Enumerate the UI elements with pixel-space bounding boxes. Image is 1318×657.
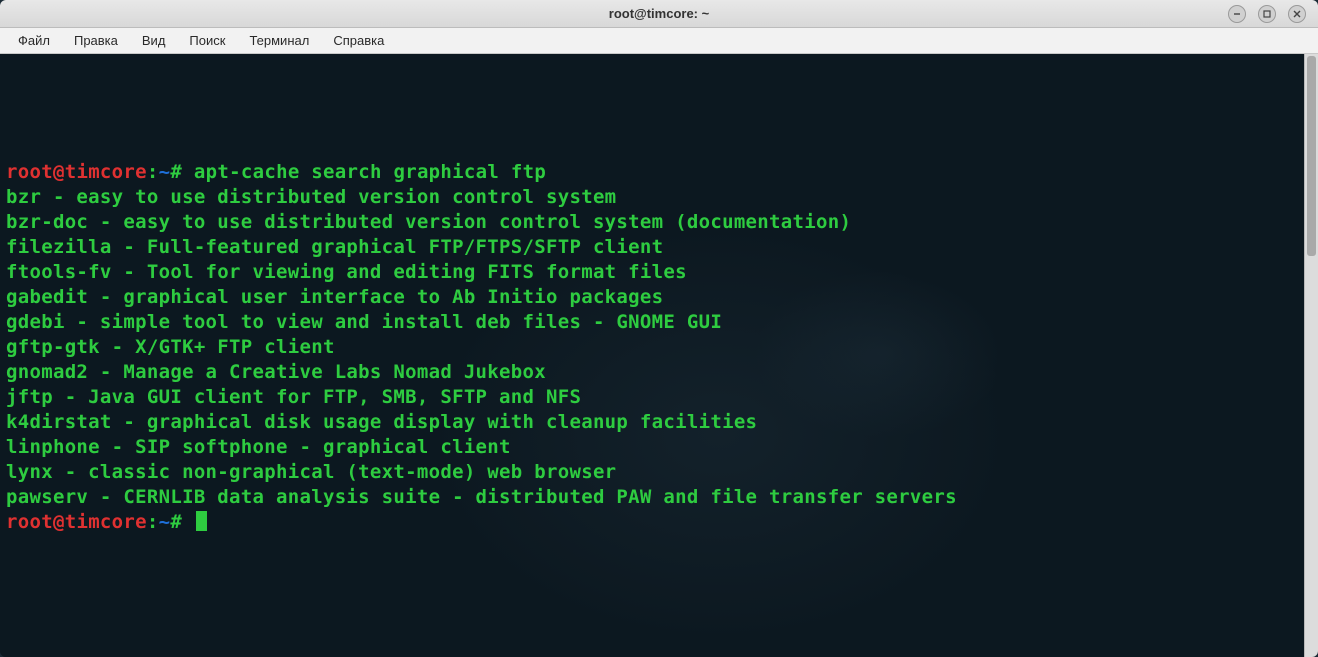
minimize-button[interactable] [1228, 5, 1246, 23]
prompt-path: ~ [159, 161, 171, 183]
window-controls [1228, 5, 1318, 23]
terminal-area-wrap: root@timcore:~# apt-cache search graphic… [0, 54, 1318, 657]
output-line: gnomad2 - Manage a Creative Labs Nomad J… [6, 361, 546, 383]
prompt-colon: : [147, 161, 159, 183]
maximize-icon [1262, 9, 1272, 19]
close-button[interactable] [1288, 5, 1306, 23]
output-line: bzr - easy to use distributed version co… [6, 186, 616, 208]
output-line: gdebi - simple tool to view and install … [6, 311, 722, 333]
close-icon [1292, 9, 1302, 19]
vertical-scrollbar[interactable] [1304, 54, 1318, 657]
output-line: ftools-fv - Tool for viewing and editing… [6, 261, 687, 283]
titlebar[interactable]: root@timcore: ~ [0, 0, 1318, 28]
prompt-path: ~ [159, 511, 171, 533]
output-line: k4dirstat - graphical disk usage display… [6, 411, 757, 433]
output-line: linphone - SIP softphone - graphical cli… [6, 436, 511, 458]
prompt-colon: : [147, 511, 159, 533]
prompt-symbol: # [170, 511, 182, 533]
terminal-content: root@timcore:~# apt-cache search graphic… [6, 135, 1298, 560]
menu-file[interactable]: Файл [8, 30, 60, 51]
terminal-area[interactable]: root@timcore:~# apt-cache search graphic… [0, 54, 1304, 657]
prompt-host: timcore [65, 161, 147, 183]
maximize-button[interactable] [1258, 5, 1276, 23]
menu-search[interactable]: Поиск [179, 30, 235, 51]
menu-help[interactable]: Справка [323, 30, 394, 51]
terminal-window: root@timcore: ~ Файл Правка Вид Поиск Те… [0, 0, 1318, 657]
output-line: pawserv - CERNLIB data analysis suite - … [6, 486, 957, 508]
output-line: filezilla - Full-featured graphical FTP/… [6, 236, 663, 258]
prompt-symbol: # [170, 161, 182, 183]
command-text: apt-cache search graphical ftp [194, 161, 546, 183]
output-line: lynx - classic non-graphical (text-mode)… [6, 461, 616, 483]
prompt-user: root [6, 511, 53, 533]
output-line: gabedit - graphical user interface to Ab… [6, 286, 663, 308]
prompt-host: timcore [65, 511, 147, 533]
menu-view[interactable]: Вид [132, 30, 176, 51]
output-line: jftp - Java GUI client for FTP, SMB, SFT… [6, 386, 581, 408]
prompt-user: root [6, 161, 53, 183]
output-line: bzr-doc - easy to use distributed versio… [6, 211, 851, 233]
scrollbar-thumb[interactable] [1307, 56, 1316, 256]
minimize-icon [1232, 9, 1242, 19]
menu-edit[interactable]: Правка [64, 30, 128, 51]
menu-terminal[interactable]: Терминал [239, 30, 319, 51]
prompt-at: @ [53, 511, 65, 533]
window-title: root@timcore: ~ [0, 6, 1318, 21]
output-line: gftp-gtk - X/GTK+ FTP client [6, 336, 335, 358]
text-cursor [196, 511, 207, 531]
menubar: Файл Правка Вид Поиск Терминал Справка [0, 28, 1318, 54]
prompt-at: @ [53, 161, 65, 183]
